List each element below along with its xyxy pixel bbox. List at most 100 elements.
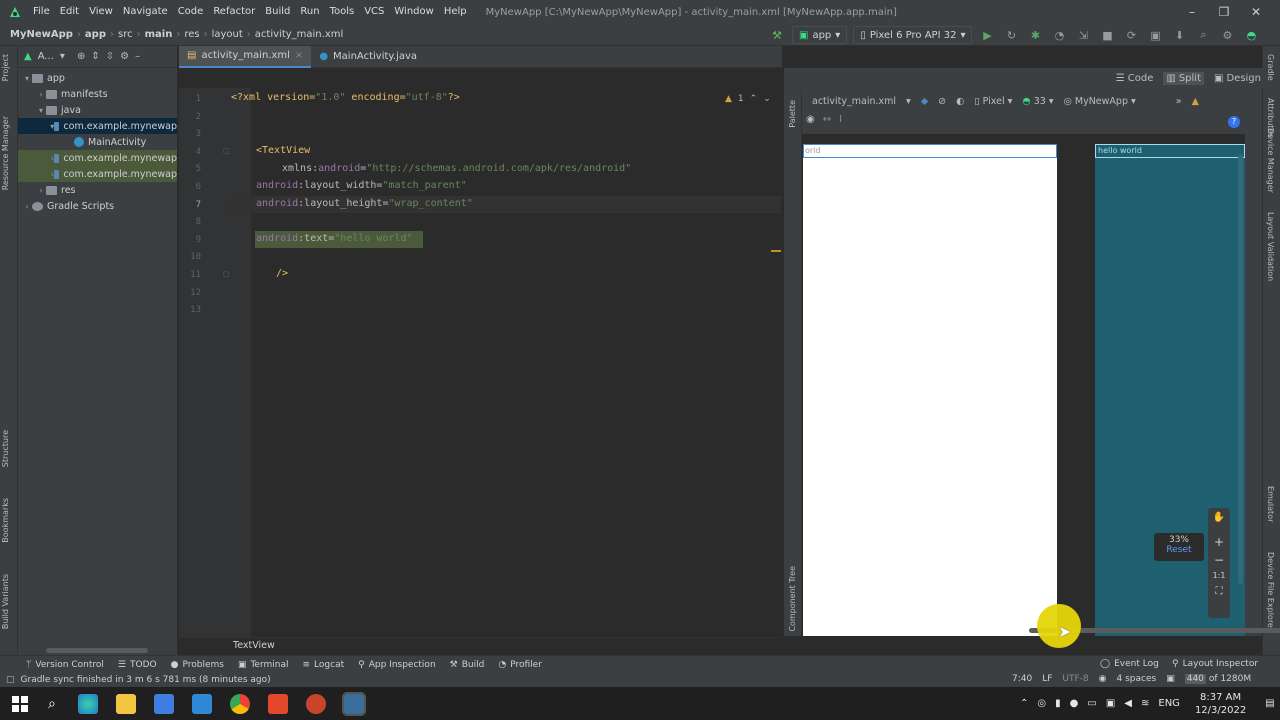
device-dropdown[interactable]: ▯ Pixel 6 Pro API 32 ▾: [853, 26, 973, 44]
project-scrollbar[interactable]: [46, 648, 148, 653]
run-icon[interactable]: ▶: [978, 26, 996, 44]
status-message[interactable]: Gradle sync finished in 3 m 6 s 781 ms (…: [21, 675, 271, 685]
tree-item[interactable]: › Gradle Scripts: [18, 198, 177, 214]
crumb-src[interactable]: src: [114, 29, 137, 40]
tab-emulator[interactable]: Emulator: [1266, 486, 1275, 522]
eye-icon[interactable]: ◉: [1099, 674, 1107, 684]
menu-tools[interactable]: Tools: [325, 0, 360, 24]
debug-icon[interactable]: ✱: [1026, 26, 1044, 44]
orientation-icon[interactable]: ⊘: [938, 96, 946, 107]
crumb-app[interactable]: app: [81, 29, 110, 40]
previous-highlight-icon[interactable]: ⌃: [750, 94, 758, 104]
resize-icon[interactable]: ↔: [823, 114, 831, 125]
chevron-icon[interactable]: ▾: [36, 106, 46, 115]
chevron-down-icon[interactable]: ▾: [60, 51, 65, 62]
indent-setting[interactable]: 4 spaces: [1117, 674, 1157, 684]
search-icon[interactable]: ⌕: [48, 696, 56, 712]
code-mode-button[interactable]: ☰ Code: [1116, 73, 1154, 84]
tab-build-variants[interactable]: Build Variants: [1, 574, 10, 629]
chrome-icon[interactable]: [229, 693, 250, 714]
design-mode-button[interactable]: ▣ Design: [1214, 73, 1261, 84]
tab-structure[interactable]: Structure: [1, 430, 10, 467]
clock[interactable]: 8:37 AM 12/3/2022: [1195, 691, 1246, 717]
build-tab[interactable]: ⚒ Build: [450, 660, 485, 670]
tree-item[interactable]: › res: [18, 182, 177, 198]
menu-help[interactable]: Help: [439, 0, 472, 24]
design-surface-icon[interactable]: ◆: [921, 96, 928, 107]
device-selector[interactable]: ▯ Pixel ▾: [974, 96, 1012, 107]
todo-tab[interactable]: ☰ TODO: [118, 660, 157, 670]
menu-refactor[interactable]: Refactor: [208, 0, 260, 24]
logcat-tab[interactable]: ≡ Logcat: [303, 660, 345, 670]
problems-tab[interactable]: ● Problems: [171, 660, 224, 670]
lock-icon[interactable]: ▣: [1166, 674, 1175, 684]
tray-chevron-icon[interactable]: ⌃: [1020, 698, 1028, 709]
crumb-res[interactable]: res: [180, 29, 203, 40]
memory-indicator[interactable]: 440 of 1280M: [1184, 674, 1251, 684]
minimize-button[interactable]: –: [1176, 0, 1208, 24]
tab-bookmarks[interactable]: Bookmarks: [1, 498, 10, 543]
next-highlight-icon[interactable]: ⌄: [763, 94, 771, 104]
zoom-to-fit-icon[interactable]: ⛶: [1208, 586, 1230, 597]
device-preview[interactable]: orld: [803, 144, 1057, 636]
menu-vcs[interactable]: VCS: [359, 0, 389, 24]
zoom-reset-link[interactable]: Reset: [1154, 545, 1204, 555]
view-options-icon[interactable]: ◉: [806, 114, 815, 125]
menu-build[interactable]: Build: [260, 0, 295, 24]
crumb-main[interactable]: main: [141, 29, 177, 40]
split-mode-button[interactable]: ▥ Split: [1163, 71, 1205, 85]
collapse-all-icon[interactable]: ⇕: [91, 51, 99, 62]
store-icon[interactable]: [153, 693, 174, 714]
project-view-selector[interactable]: A...: [38, 51, 54, 62]
avd-manager-icon[interactable]: ▣: [1146, 26, 1164, 44]
tab-component-tree[interactable]: Component Tree: [788, 566, 797, 632]
volume-icon[interactable]: ◀: [1124, 698, 1132, 709]
caret-position[interactable]: 7:40: [1012, 674, 1032, 684]
chevron-icon[interactable]: ›: [22, 202, 32, 211]
tree-item[interactable]: ▾ com.example.mynewap: [18, 118, 177, 134]
file-encoding[interactable]: UTF-8: [1062, 674, 1088, 684]
editor-breadcrumb[interactable]: TextView: [233, 640, 275, 651]
run-config-dropdown[interactable]: ▣ app ▾: [792, 26, 848, 44]
expand-toolbar-icon[interactable]: »: [1176, 96, 1182, 107]
powerpoint-icon[interactable]: [305, 693, 326, 714]
version-control-tab[interactable]: ᛘ Version Control: [26, 660, 104, 670]
fold-marker-icon[interactable]: ▢: [223, 147, 230, 155]
tree-item[interactable]: ▾ java: [18, 102, 177, 118]
chevron-icon[interactable]: ›: [36, 90, 46, 99]
zoom-actual-size-icon[interactable]: 1:1: [1208, 571, 1230, 580]
settings-icon[interactable]: ⚙: [1218, 26, 1236, 44]
notification-icon[interactable]: ▤: [1265, 698, 1274, 709]
tab-layout-validation[interactable]: Layout Validation: [1266, 212, 1275, 281]
tree-item[interactable]: ▾ app: [18, 70, 177, 86]
tree-item[interactable]: MainActivity: [18, 134, 177, 150]
crumb-project[interactable]: MyNewApp: [6, 29, 77, 40]
code-editor[interactable]: <?xml version="1.0" encoding="utf-8"?> <…: [229, 88, 781, 638]
windows-start-icon[interactable]: [12, 695, 28, 712]
sync-icon[interactable]: ⟳: [1122, 26, 1140, 44]
maximize-button[interactable]: ❐: [1208, 0, 1240, 24]
line-separator[interactable]: LF: [1042, 674, 1052, 684]
attach-debugger-icon[interactable]: ⇲: [1074, 26, 1092, 44]
zoom-out-icon[interactable]: −: [1208, 553, 1230, 567]
hide-icon[interactable]: –: [135, 51, 140, 62]
app-inspection-tab[interactable]: ⚲ App Inspection: [358, 660, 436, 670]
expand-all-icon[interactable]: ⇳: [106, 51, 114, 62]
crumb-layout[interactable]: layout: [208, 29, 247, 40]
profile-icon[interactable]: ◔: [1050, 26, 1068, 44]
file-explorer-icon[interactable]: [115, 693, 136, 714]
chevron-icon[interactable]: ▾: [22, 74, 32, 83]
blueprint-textview[interactable]: hello world: [1095, 144, 1245, 158]
battery-icon[interactable]: ▭: [1087, 698, 1096, 709]
zoom-in-icon[interactable]: +: [1208, 535, 1230, 549]
api-selector[interactable]: ◓ 33 ▾: [1022, 96, 1053, 107]
chevron-icon[interactable]: ›: [36, 186, 46, 195]
crumb-file[interactable]: activity_main.xml: [251, 29, 347, 40]
rerun-icon[interactable]: ↻: [1002, 26, 1020, 44]
vertical-scrollbar[interactable]: [1238, 154, 1243, 584]
tab-activity-main-xml[interactable]: ▤ activity_main.xml ×: [179, 45, 312, 68]
stop-icon[interactable]: ■: [1098, 26, 1116, 44]
menu-code[interactable]: Code: [173, 0, 209, 24]
pan-icon[interactable]: ✋: [1208, 512, 1230, 523]
menu-navigate[interactable]: Navigate: [118, 0, 173, 24]
